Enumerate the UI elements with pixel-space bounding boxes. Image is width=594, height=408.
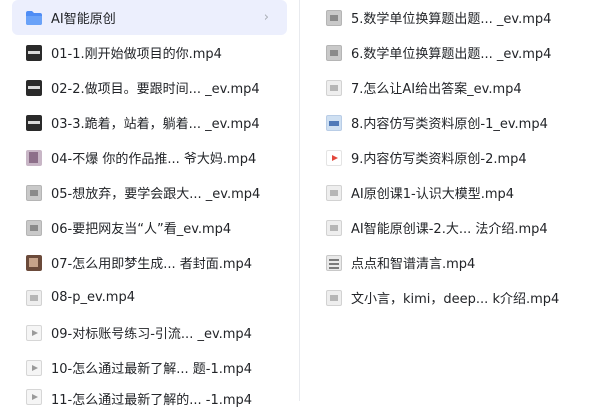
video-thumb-play-icon (26, 324, 42, 341)
file-item[interactable]: 5.数学单位换算题出题... _ev.mp4 (312, 0, 582, 35)
file-item[interactable]: AI智能原创课-2.大... 法介绍.mp4 (312, 210, 582, 245)
file-item[interactable]: 02-2.做项目。要跟时间... _ev.mp4 (12, 70, 287, 105)
file-item[interactable]: 10-怎么通过最新了解... 题-1.mp4 (12, 350, 287, 385)
file-label: 点点和智谱清言.mp4 (351, 257, 476, 272)
file-label: 01-1.刚开始做项目的你.mp4 (51, 47, 222, 62)
file-label: AI原创课1-认识大模型.mp4 (351, 187, 515, 202)
file-label: 03-3.跪着，站着，躺着... _ev.mp4 (51, 117, 260, 132)
file-item[interactable]: 01-1.刚开始做项目的你.mp4 (12, 35, 287, 70)
file-label: 02-2.做项目。要跟时间... _ev.mp4 (51, 82, 260, 97)
file-item[interactable]: 8.内容仿写类资料原创-1_ev.mp4 (312, 105, 582, 140)
chevron-right-icon: › (263, 10, 269, 25)
file-item[interactable]: 03-3.跪着，站着，躺着... _ev.mp4 (12, 105, 287, 140)
file-item[interactable]: 6.数学单位换算题出题... _ev.mp4 (312, 35, 582, 70)
file-label: 6.数学单位换算题出题... _ev.mp4 (351, 47, 552, 62)
file-item[interactable]: 05-想放弃，要学会跟大... _ev.mp4 (12, 175, 287, 210)
video-thumb-light-icon (26, 289, 42, 306)
video-thumb-light-icon (326, 289, 342, 306)
folder-icon (26, 10, 42, 25)
video-thumb-dark-icon (26, 44, 42, 61)
file-item[interactable]: 04-不爆 你的作品推... 爷大妈.mp4 (12, 140, 287, 175)
video-thumb-dark-icon (26, 79, 42, 96)
file-item[interactable]: 09-对标账号练习-引流... _ev.mp4 (12, 315, 287, 350)
file-item[interactable]: 文小言，kimi，deep... k介绍.mp4 (312, 280, 582, 315)
video-thumb-gray-icon (326, 44, 342, 61)
video-thumb-grid-icon (326, 254, 342, 271)
video-thumb-light-icon (326, 219, 342, 236)
folder-label: AI智能原创 (51, 12, 116, 27)
file-label: 09-对标账号练习-引流... _ev.mp4 (51, 327, 252, 342)
file-label: 9.内容仿写类资料原创-2.mp4 (351, 152, 527, 167)
video-thumb-light-icon (326, 184, 342, 201)
file-label: 07-怎么用即梦生成... 者封面.mp4 (51, 257, 253, 272)
video-thumb-brown-icon (26, 254, 42, 271)
file-item[interactable]: 06-要把网友当“人”看_ev.mp4 (12, 210, 287, 245)
file-label: 7.怎么让AI给出答案_ev.mp4 (351, 82, 522, 97)
video-thumb-gray-icon (26, 184, 42, 201)
video-thumb-blue-icon (326, 114, 342, 131)
file-label: 06-要把网友当“人”看_ev.mp4 (51, 222, 232, 237)
file-label: 08-p_ev.mp4 (51, 290, 135, 305)
video-thumb-redplay-icon (326, 149, 342, 166)
file-label: 8.内容仿写类资料原创-1_ev.mp4 (351, 117, 548, 132)
file-label: AI智能原创课-2.大... 法介绍.mp4 (351, 222, 548, 237)
file-item[interactable]: AI原创课1-认识大模型.mp4 (312, 175, 582, 210)
file-label: 10-怎么通过最新了解... 题-1.mp4 (51, 362, 253, 377)
file-label: 文小言，kimi，deep... k介绍.mp4 (351, 292, 560, 307)
file-item[interactable]: 11-怎么通过最新了解的... -1.mp4 (12, 385, 287, 408)
video-thumb-gray-icon (326, 9, 342, 26)
left-file-column: AI智能原创 › 01-1.刚开始做项目的你.mp4 02-2.做项目。要跟时间...… (0, 0, 300, 408)
file-label: 05-想放弃，要学会跟大... _ev.mp4 (51, 187, 261, 202)
file-item[interactable]: 07-怎么用即梦生成... 者封面.mp4 (12, 245, 287, 280)
video-thumb-gray-icon (26, 219, 42, 236)
file-label: 5.数学单位换算题出题... _ev.mp4 (351, 12, 552, 27)
video-thumb-light-icon (326, 79, 342, 96)
video-thumb-mauve-icon (26, 149, 42, 166)
folder-item[interactable]: AI智能原创 › (12, 0, 287, 35)
right-file-column: 5.数学单位换算题出题... _ev.mp4 6.数学单位换算题出题... _ev… (300, 0, 594, 401)
file-label: 11-怎么通过最新了解的... -1.mp4 (51, 393, 253, 408)
file-item[interactable]: 7.怎么让AI给出答案_ev.mp4 (312, 70, 582, 105)
video-thumb-play-icon (26, 389, 42, 405)
video-thumb-play-icon (26, 359, 42, 376)
file-item[interactable]: 9.内容仿写类资料原创-2.mp4 (312, 140, 582, 175)
file-item[interactable]: 点点和智谱清言.mp4 (312, 245, 582, 280)
file-label: 04-不爆 你的作品推... 爷大妈.mp4 (51, 152, 257, 167)
file-item[interactable]: 08-p_ev.mp4 (12, 280, 287, 315)
video-thumb-dark-icon (26, 114, 42, 131)
